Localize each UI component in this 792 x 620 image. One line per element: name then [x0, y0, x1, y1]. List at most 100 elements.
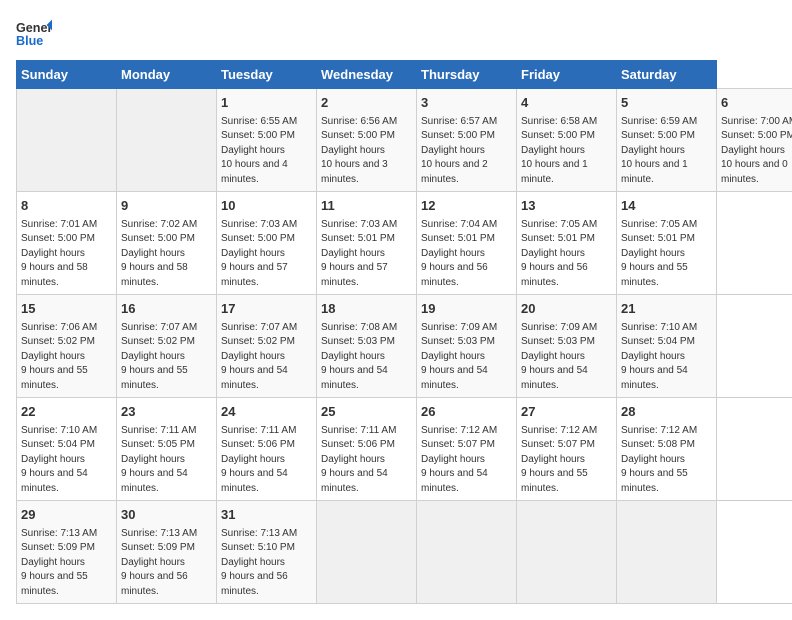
day-info: Sunrise: 7:12 AMSunset: 5:08 PMDaylight … [621, 425, 697, 494]
calendar-cell: 18 Sunrise: 7:08 AMSunset: 5:03 PMDayligh… [317, 295, 417, 398]
day-number: 16 [121, 300, 212, 318]
day-number: 9 [121, 197, 212, 215]
day-info: Sunrise: 6:56 AMSunset: 5:00 PMDaylight … [321, 116, 397, 185]
calendar-cell: 5Sunrise: 6:59 AMSunset: 5:00 PMDaylight… [617, 89, 717, 192]
calendar-cell: 3 Sunrise: 6:57 AMSunset: 5:00 PMDaylight… [417, 89, 517, 192]
day-number: 10 [221, 197, 312, 215]
calendar-cell: 13 Sunrise: 7:05 AMSunset: 5:01 PMDayligh… [517, 192, 617, 295]
calendar-cell: 14 Sunrise: 7:05 AMSunset: 5:01 PMDayligh… [617, 192, 717, 295]
day-number: 30 [121, 506, 212, 524]
calendar-cell [617, 501, 717, 604]
day-info: Sunrise: 7:08 AMSunset: 5:03 PMDaylight … [321, 322, 397, 391]
calendar-cell: 25Sunrise: 7:11 AMSunset: 5:06 PMDayligh… [317, 398, 417, 501]
day-number: 14 [621, 197, 712, 215]
day-number: 2 [321, 94, 412, 112]
day-info: Sunrise: 6:55 AMSunset: 5:00 PMDaylight … [221, 116, 297, 185]
day-info: Sunrise: 6:58 AMSunset: 5:00 PMDaylight … [521, 116, 597, 185]
day-number: 22 [21, 403, 112, 421]
weekday-header: Tuesday [217, 61, 317, 89]
day-info: Sunrise: 7:12 AMSunset: 5:07 PMDaylight … [421, 425, 497, 494]
day-number: 12 [421, 197, 512, 215]
calendar-cell: 21 Sunrise: 7:10 AMSunset: 5:04 PMDayligh… [617, 295, 717, 398]
day-info: Sunrise: 7:09 AMSunset: 5:03 PMDaylight … [421, 322, 497, 391]
calendar-cell: 2 Sunrise: 6:56 AMSunset: 5:00 PMDaylight… [317, 89, 417, 192]
calendar-cell [317, 501, 417, 604]
day-number: 8 [21, 197, 112, 215]
calendar-cell: 9 Sunrise: 7:02 AMSunset: 5:00 PMDaylight… [117, 192, 217, 295]
day-info: Sunrise: 7:02 AMSunset: 5:00 PMDaylight … [121, 219, 197, 288]
day-number: 29 [21, 506, 112, 524]
day-number: 31 [221, 506, 312, 524]
calendar-cell: 19 Sunrise: 7:09 AMSunset: 5:03 PMDayligh… [417, 295, 517, 398]
calendar-cell: 27 Sunrise: 7:12 AMSunset: 5:07 PMDayligh… [517, 398, 617, 501]
day-number: 3 [421, 94, 512, 112]
calendar-cell: 6Sunrise: 7:00 AMSunset: 5:00 PMDaylight… [717, 89, 792, 192]
logo-icon: General Blue [16, 16, 52, 52]
day-number: 5 [621, 94, 712, 112]
day-number: 13 [521, 197, 612, 215]
day-info: Sunrise: 7:03 AMSunset: 5:00 PMDaylight … [221, 219, 297, 288]
calendar-cell: 15Sunrise: 7:06 AMSunset: 5:02 PMDayligh… [17, 295, 117, 398]
day-info: Sunrise: 7:12 AMSunset: 5:07 PMDaylight … [521, 425, 597, 494]
calendar-cell: 1 Sunrise: 6:55 AMSunset: 5:00 PMDaylight… [217, 89, 317, 192]
day-info: Sunrise: 6:57 AMSunset: 5:00 PMDaylight … [421, 116, 497, 185]
day-number: 17 [221, 300, 312, 318]
day-number: 21 [621, 300, 712, 318]
day-info: Sunrise: 7:11 AMSunset: 5:05 PMDaylight … [121, 425, 196, 494]
logo: General Blue [16, 16, 52, 52]
svg-text:Blue: Blue [16, 34, 43, 48]
day-info: Sunrise: 7:13 AMSunset: 5:09 PMDaylight … [121, 528, 197, 597]
calendar-cell: 26 Sunrise: 7:12 AMSunset: 5:07 PMDayligh… [417, 398, 517, 501]
empty-cell [17, 89, 117, 192]
day-number: 26 [421, 403, 512, 421]
day-number: 6 [721, 94, 792, 112]
calendar-cell: 8 Sunrise: 7:01 AMSunset: 5:00 PMDaylight… [17, 192, 117, 295]
day-number: 11 [321, 197, 412, 215]
day-number: 1 [221, 94, 312, 112]
day-info: Sunrise: 7:11 AMSunset: 5:06 PMDaylight … [221, 425, 296, 494]
day-info: Sunrise: 7:07 AMSunset: 5:02 PMDaylight … [221, 322, 297, 391]
day-number: 27 [521, 403, 612, 421]
day-number: 24 [221, 403, 312, 421]
calendar-cell [517, 501, 617, 604]
calendar-cell: 4Sunrise: 6:58 AMSunset: 5:00 PMDaylight… [517, 89, 617, 192]
day-info: Sunrise: 7:03 AMSunset: 5:01 PMDaylight … [321, 219, 397, 288]
empty-cell [117, 89, 217, 192]
day-info: Sunrise: 7:10 AMSunset: 5:04 PMDaylight … [21, 425, 97, 494]
day-number: 23 [121, 403, 212, 421]
day-number: 18 [321, 300, 412, 318]
calendar-cell: 23 Sunrise: 7:11 AMSunset: 5:05 PMDayligh… [117, 398, 217, 501]
calendar-cell: 10 Sunrise: 7:03 AMSunset: 5:00 PMDayligh… [217, 192, 317, 295]
day-info: Sunrise: 7:10 AMSunset: 5:04 PMDaylight … [621, 322, 697, 391]
calendar-cell [417, 501, 517, 604]
calendar-cell: 29 Sunrise: 7:13 AMSunset: 5:09 PMDayligh… [17, 501, 117, 604]
page-header: General Blue [16, 16, 776, 52]
weekday-header: Friday [517, 61, 617, 89]
day-info: Sunrise: 7:07 AMSunset: 5:02 PMDaylight … [121, 322, 197, 391]
calendar-cell: 22 Sunrise: 7:10 AMSunset: 5:04 PMDayligh… [17, 398, 117, 501]
day-number: 28 [621, 403, 712, 421]
day-info: Sunrise: 7:13 AMSunset: 5:10 PMDaylight … [221, 528, 297, 597]
weekday-header: Sunday [17, 61, 117, 89]
calendar-cell: 31 Sunrise: 7:13 AMSunset: 5:10 PMDayligh… [217, 501, 317, 604]
calendar-cell: 28 Sunrise: 7:12 AMSunset: 5:08 PMDayligh… [617, 398, 717, 501]
weekday-header: Monday [117, 61, 217, 89]
day-number: 15 [21, 300, 112, 318]
calendar-cell: 11 Sunrise: 7:03 AMSunset: 5:01 PMDayligh… [317, 192, 417, 295]
calendar-cell: 16 Sunrise: 7:07 AMSunset: 5:02 PMDayligh… [117, 295, 217, 398]
calendar-cell: 12 Sunrise: 7:04 AMSunset: 5:01 PMDayligh… [417, 192, 517, 295]
weekday-header: Thursday [417, 61, 517, 89]
day-info: Sunrise: 7:04 AMSunset: 5:01 PMDaylight … [421, 219, 497, 288]
calendar-cell: 17 Sunrise: 7:07 AMSunset: 5:02 PMDayligh… [217, 295, 317, 398]
day-info: Sunrise: 7:13 AMSunset: 5:09 PMDaylight … [21, 528, 97, 597]
day-number: 19 [421, 300, 512, 318]
weekday-header: Saturday [617, 61, 717, 89]
day-info: Sunrise: 7:11 AMSunset: 5:06 PMDaylight … [321, 425, 396, 494]
day-number: 20 [521, 300, 612, 318]
day-info: Sunrise: 7:01 AMSunset: 5:00 PMDaylight … [21, 219, 97, 288]
day-info: Sunrise: 7:05 AMSunset: 5:01 PMDaylight … [621, 219, 697, 288]
day-info: Sunrise: 7:05 AMSunset: 5:01 PMDaylight … [521, 219, 597, 288]
calendar-cell: 20Sunrise: 7:09 AMSunset: 5:03 PMDayligh… [517, 295, 617, 398]
calendar-table: SundayMondayTuesdayWednesdayThursdayFrid… [16, 60, 792, 604]
calendar-cell: 24 Sunrise: 7:11 AMSunset: 5:06 PMDayligh… [217, 398, 317, 501]
